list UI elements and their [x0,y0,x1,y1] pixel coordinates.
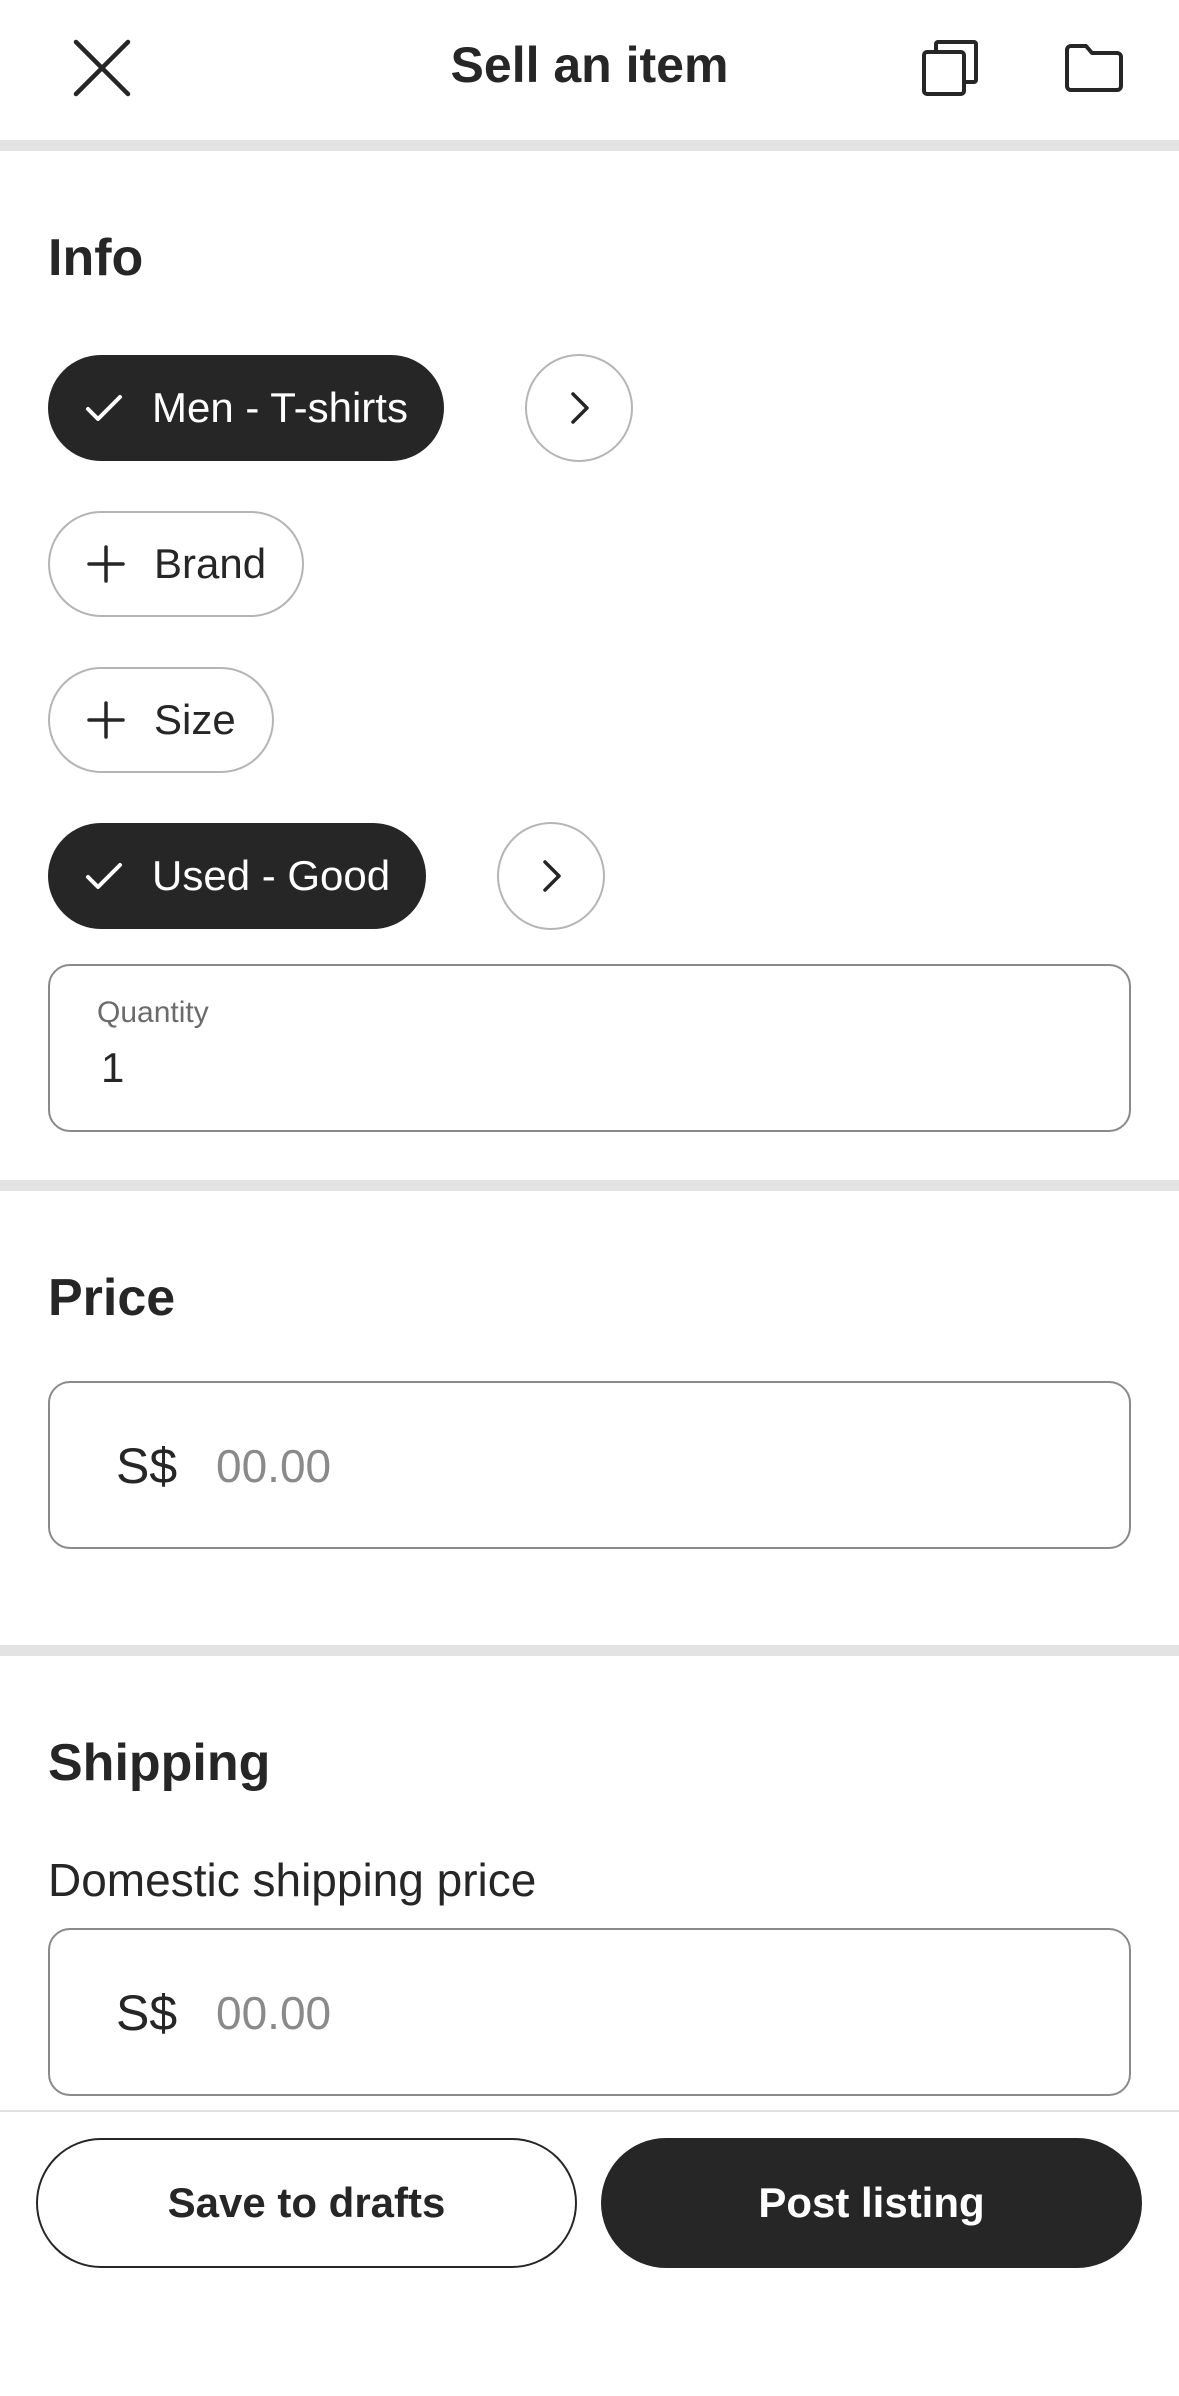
domestic-shipping-label: Domestic shipping price [48,1854,537,1906]
drafts-folder-button[interactable] [1054,28,1134,108]
price-section-title: Price [48,1269,176,1327]
currency-symbol: S$ [116,1985,178,2041]
bottom-action-bar: Save to drafts Post listing [0,2110,1179,2396]
page-title: Sell an item [450,37,729,93]
copy-icon [922,40,978,96]
shipping-section-title: Shipping [48,1734,271,1792]
section-divider [0,1645,1179,1656]
chevron-right-icon [571,392,589,424]
check-icon [84,856,124,896]
section-divider [0,1180,1179,1191]
price-input[interactable]: S$ 00.00 [48,1381,1131,1549]
condition-edit-button[interactable] [497,822,605,930]
quantity-label: Quantity [97,996,209,1029]
section-divider [0,140,1179,151]
info-section-title: Info [48,229,144,287]
plus-icon [86,544,126,584]
copy-button[interactable] [910,28,990,108]
header: Sell an item [0,0,1179,140]
size-chip[interactable]: Size [48,667,274,773]
check-icon [84,388,124,428]
category-chip[interactable]: Men - T-shirts [48,355,444,461]
quantity-field[interactable]: Quantity 1 [48,964,1131,1132]
currency-symbol: S$ [116,1438,178,1494]
save-to-drafts-button[interactable]: Save to drafts [36,2138,577,2268]
condition-chip-label: Used - Good [152,852,391,899]
sell-item-screen: Sell an item Info Men - T-shirts Brand S… [0,0,1179,2396]
folder-icon [1065,44,1123,92]
quantity-value[interactable]: 1 [101,1044,124,1092]
size-chip-label: Size [154,696,236,743]
chevron-right-icon [543,860,561,892]
brand-chip[interactable]: Brand [48,511,305,617]
domestic-shipping-input[interactable]: S$ 00.00 [48,1928,1131,2096]
category-edit-button[interactable] [525,354,633,462]
plus-icon [86,700,126,740]
post-listing-button[interactable]: Post listing [601,2138,1142,2268]
brand-chip-label: Brand [154,540,267,587]
price-placeholder[interactable]: 00.00 [216,1439,331,1493]
category-chip-label: Men - T-shirts [152,384,408,431]
condition-chip[interactable]: Used - Good [48,823,427,929]
shipping-price-placeholder[interactable]: 00.00 [216,1986,331,2040]
